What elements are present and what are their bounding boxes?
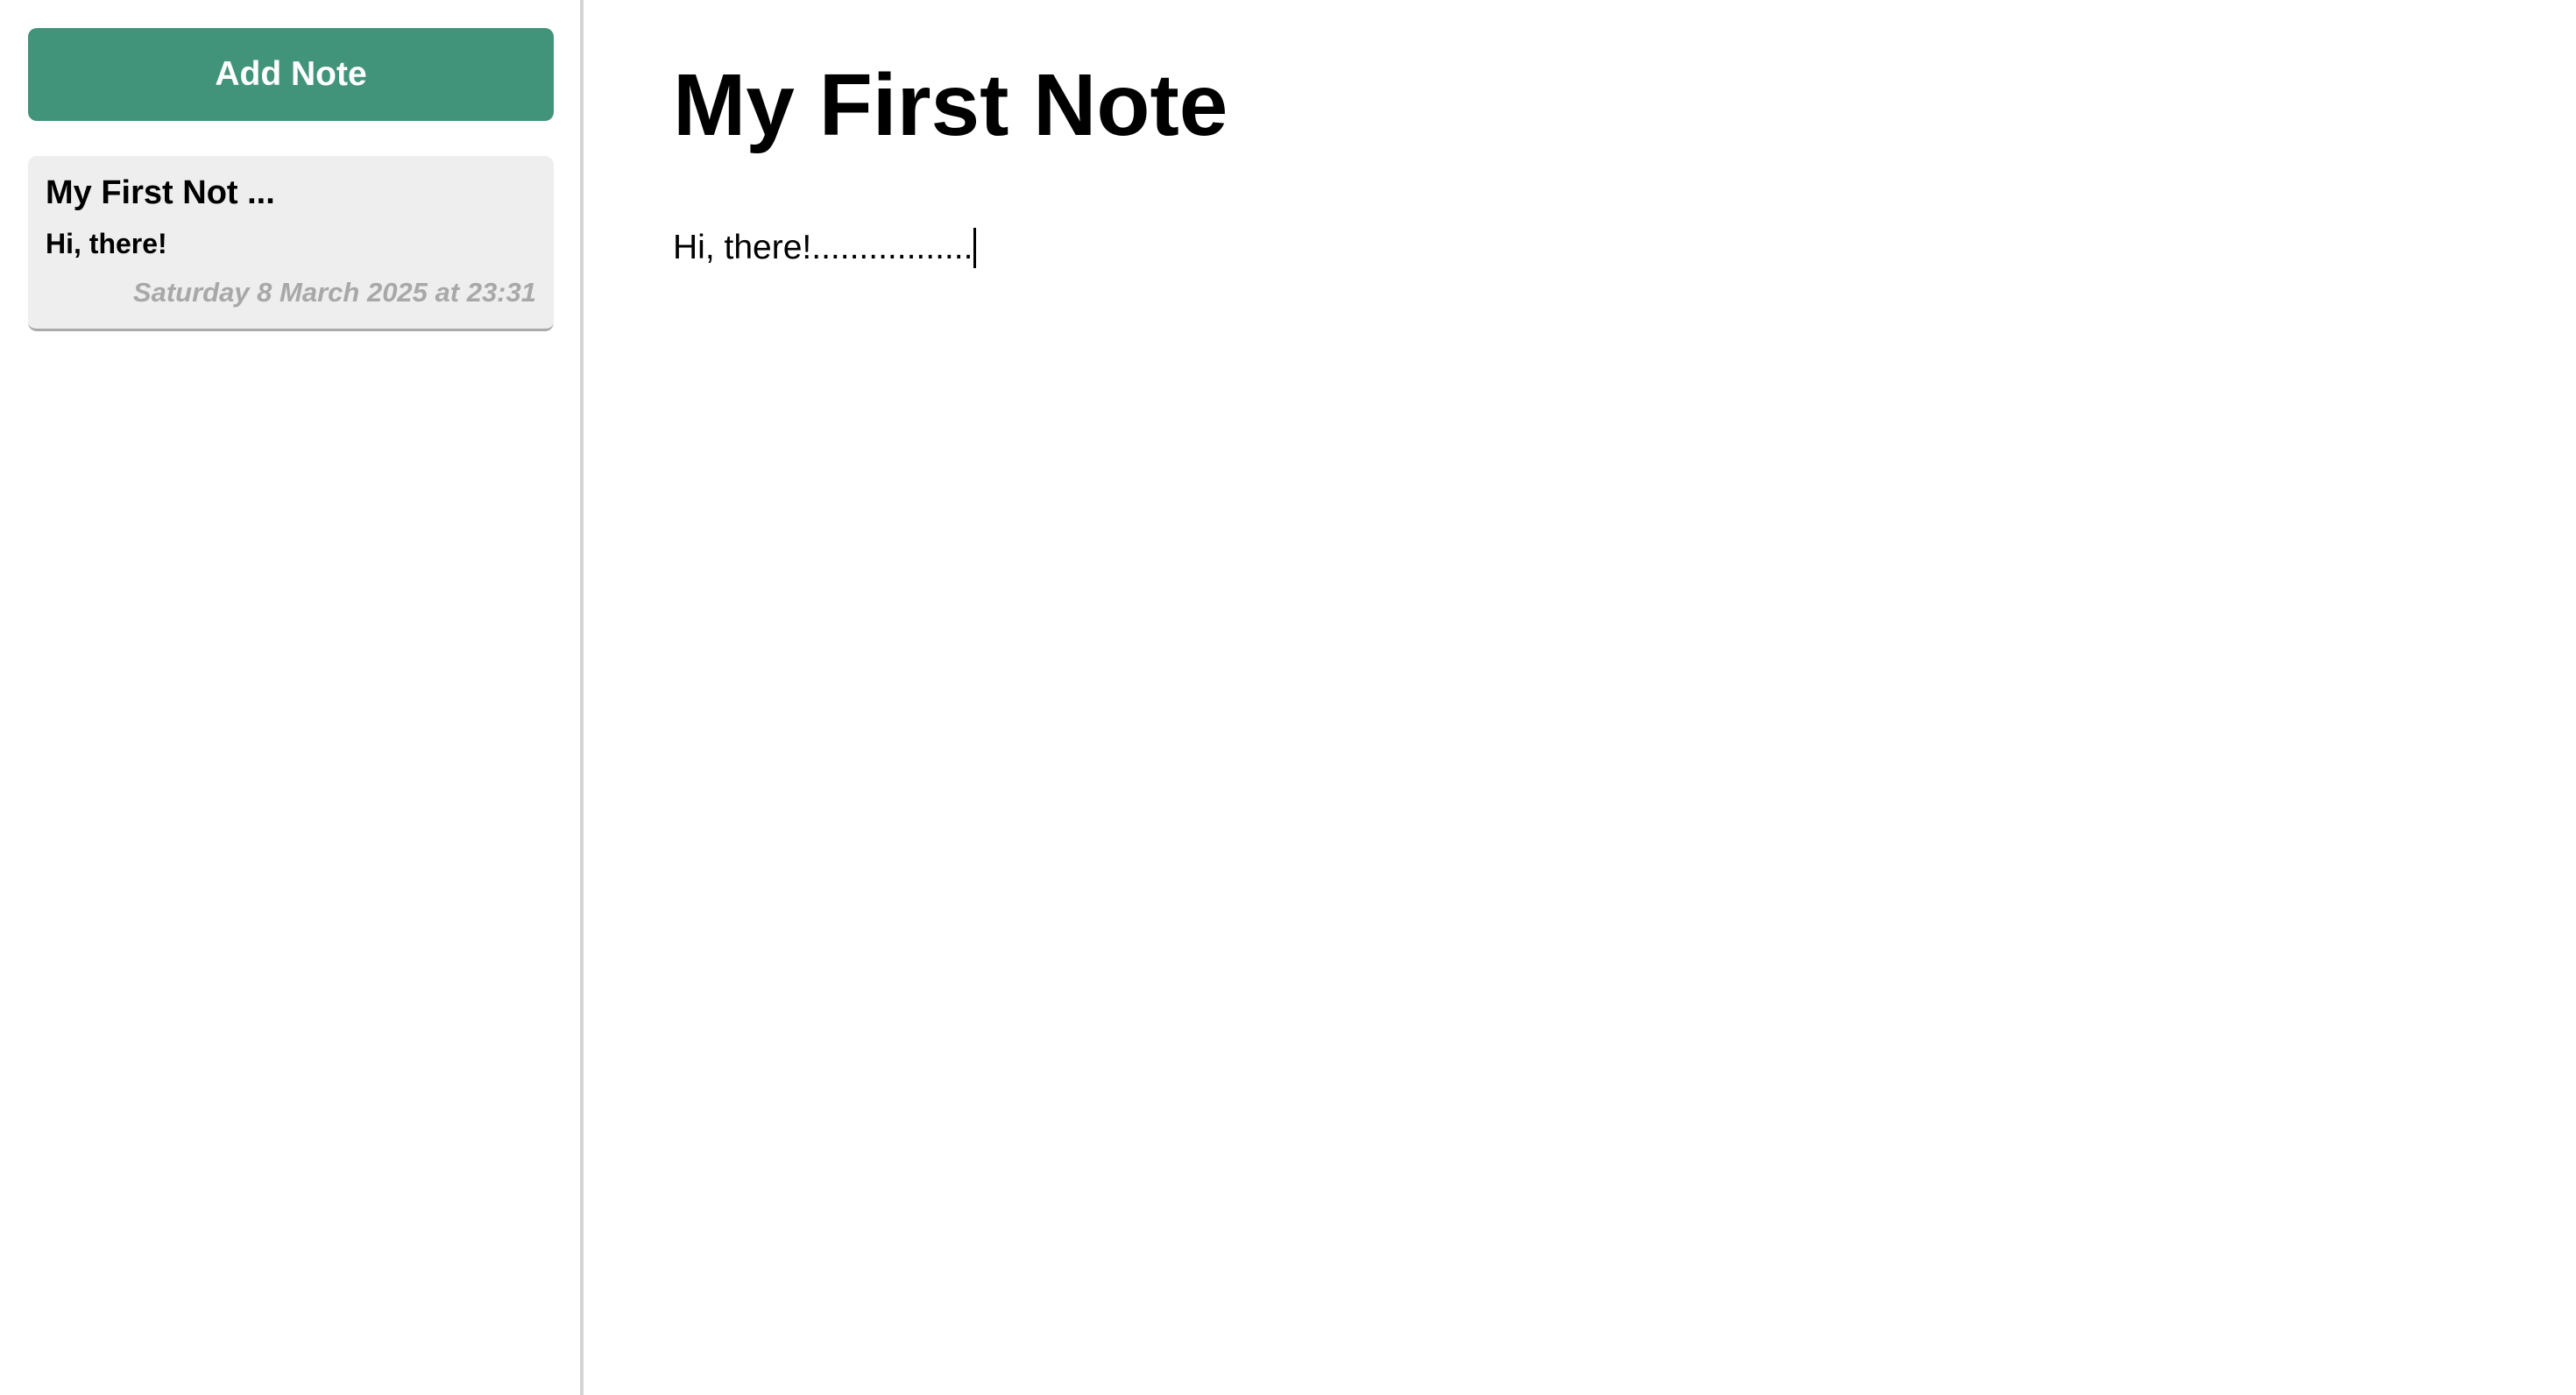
notes-list: My First Not ... Hi, there! Saturday 8 M… xyxy=(28,156,554,331)
note-card-date: Saturday 8 March 2025 at 23:31 xyxy=(132,277,536,308)
text-cursor xyxy=(973,228,977,268)
note-title-field[interactable]: My First Note xyxy=(673,56,2576,154)
add-note-button[interactable]: Add Note xyxy=(28,28,554,121)
sidebar: Add Note My First Not ... Hi, there! Sat… xyxy=(0,0,584,1395)
note-editor: My First Note Hi, there!................… xyxy=(584,0,2576,1395)
note-card-title: My First Not ... xyxy=(46,174,275,211)
note-card-preview: Hi, there! xyxy=(46,228,167,259)
note-body-field[interactable]: Hi, there!................. xyxy=(673,228,2576,268)
note-body-text: Hi, there!................. xyxy=(673,229,973,266)
notes-app: Add Note My First Not ... Hi, there! Sat… xyxy=(0,0,2576,1395)
note-card[interactable]: My First Not ... Hi, there! Saturday 8 M… xyxy=(28,156,554,331)
